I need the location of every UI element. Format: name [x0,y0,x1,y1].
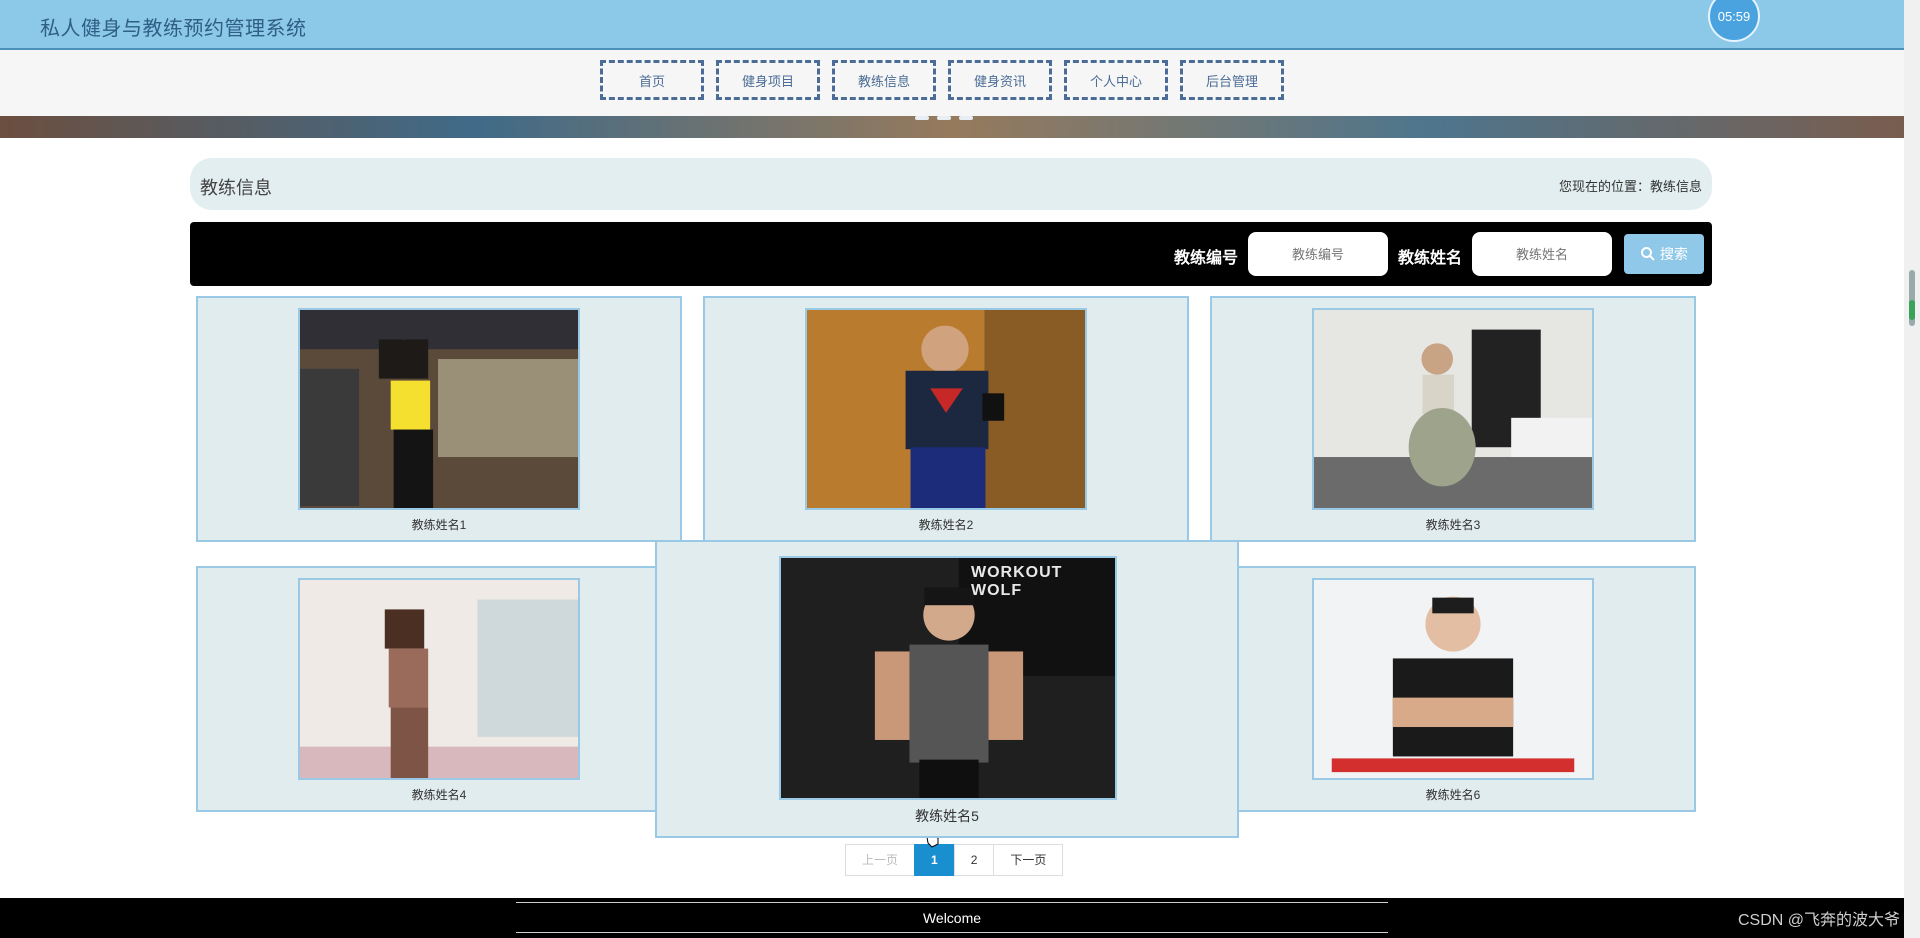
coach-name-input[interactable] [1472,232,1612,276]
scrollbar-marker [1909,300,1915,320]
top-header: 私人健身与教练预约管理系统 05:59 [0,0,1904,50]
banner-dot[interactable] [959,116,973,120]
coach-card[interactable]: 教练姓名6 [1210,566,1696,812]
photo-banner-text: WORKOUT WOLF [971,564,1063,599]
clock-badge: 05:59 [1708,0,1760,42]
search-button[interactable]: 搜索 [1624,234,1704,274]
page-button-2[interactable]: 2 [953,844,995,876]
breadcrumb-panel: 教练信息 您现在的位置：教练信息 [190,158,1712,210]
nav-item-fitness-projects[interactable]: 健身项目 [716,60,820,100]
coach-card-hovered[interactable]: WORKOUT WOLF 教练姓名5 [655,540,1239,838]
page-title: 教练信息 [200,178,272,198]
coach-photo[interactable] [1312,308,1594,510]
coach-name: 教练姓名2 [918,518,974,532]
watermark-text: CSDN @飞奔的波大爷 [1737,912,1900,929]
nav-item-admin[interactable]: 后台管理 [1180,60,1284,100]
search-icon [1641,247,1655,261]
footer-divider [516,932,1388,933]
scrollbar[interactable] [1904,0,1920,938]
coach-photo[interactable] [805,308,1087,510]
search-bar: 教练编号 教练姓名 [190,222,1712,286]
banner-indicators [915,116,973,120]
breadcrumb: 您现在的位置：教练信息 [1558,179,1702,194]
nav-item-coach-info[interactable]: 教练信息 [832,60,936,100]
pagination: 上一页 1 2 下一页 [845,844,1064,876]
coach-photo[interactable] [298,578,580,780]
coach-card[interactable]: 教练姓名1 [196,296,682,542]
coach-name: 教练姓名5 [915,808,979,824]
coach-name: 教练姓名1 [411,518,467,532]
page-button-1[interactable]: 1 [914,844,955,876]
nav-item-personal-center[interactable]: 个人中心 [1064,60,1168,100]
coach-name: 教练姓名4 [411,788,467,802]
coach-photo[interactable] [1312,578,1594,780]
nav-item-home[interactable]: 首页 [600,60,704,100]
coach-name: 教练姓名6 [1425,788,1481,802]
coach-photo[interactable] [298,308,580,510]
banner-dot[interactable] [937,116,951,120]
coach-photo[interactable]: WORKOUT WOLF [779,556,1117,800]
site-title: 私人健身与教练预约管理系统 [40,18,307,40]
footer-text: Welcome [922,910,982,926]
search-button-label: 搜索 [1660,246,1688,262]
footer-divider [516,902,1388,903]
coach-id-label: 教练编号 [1174,250,1239,267]
coach-id-input[interactable] [1248,232,1388,276]
nav-item-fitness-news[interactable]: 健身资讯 [948,60,1052,100]
banner-dot[interactable] [915,116,929,120]
coach-card[interactable]: 教练姓名2 [703,296,1189,542]
prev-page-button[interactable]: 上一页 [845,844,916,876]
coach-card[interactable]: 教练姓名3 [1210,296,1696,542]
footer: Welcome [0,898,1904,938]
next-page-button[interactable]: 下一页 [993,844,1064,876]
coach-name-label: 教练姓名 [1398,250,1463,267]
coach-card[interactable]: 教练姓名4 [196,566,682,812]
main-nav: 首页 健身项目 教练信息 健身资讯 个人中心 后台管理 [0,50,1904,116]
coach-name: 教练姓名3 [1425,518,1481,532]
